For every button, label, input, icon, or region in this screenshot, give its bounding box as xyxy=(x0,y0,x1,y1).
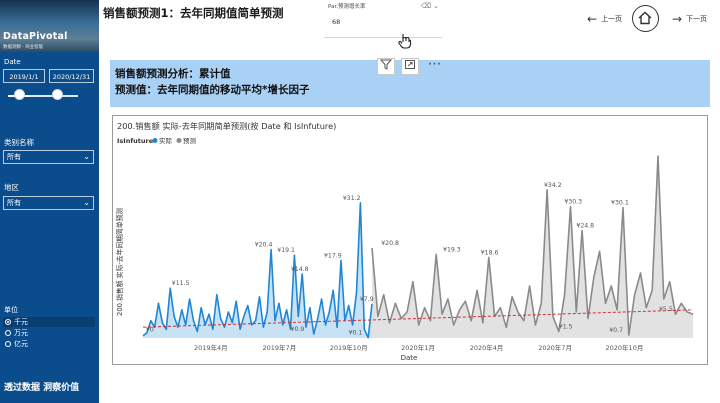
focus-mode-icon[interactable] xyxy=(401,58,419,75)
data-label: ¥0 xyxy=(146,327,154,334)
sidebar: DataPivotal 数据洞察 · 商业智能 Date 2019/1/1 20… xyxy=(0,0,99,403)
chart-canvas: 200.销售额 实际-去年同期简单预测(按 Date 和 IsInfuture)… xyxy=(115,121,694,362)
date-slider-start-handle[interactable] xyxy=(13,89,25,100)
legend-marker xyxy=(152,138,158,143)
category-filter-label: 类别名称 xyxy=(4,138,34,147)
x-tick-label: 2020年7月 xyxy=(538,343,572,352)
banner-line-1: 销售额预测分析：累计值 xyxy=(115,68,231,80)
plot-area: 2019年4月 2019年7月 2019年10月 2020年1月 2020年4月 2020… xyxy=(142,155,694,352)
more-options-icon[interactable]: ··· xyxy=(425,58,445,75)
x-tick-label: 2019年7月 xyxy=(263,343,297,352)
radio-selected-icon xyxy=(5,319,11,325)
home-icon xyxy=(638,11,652,25)
data-label: ¥19.3 xyxy=(443,246,461,253)
unit-option-hundred-million[interactable]: 亿元 xyxy=(3,339,95,349)
banner-line-2: 预测值：去年同期值的移动平均*增长因子 xyxy=(115,84,310,96)
prev-page-button[interactable]: ← 上一页 xyxy=(587,12,622,26)
category-dropdown[interactable]: 所有 ⌄ xyxy=(3,150,94,164)
hand-cursor-icon xyxy=(398,33,412,53)
x-tick-label: 2019年4月 xyxy=(194,343,228,352)
data-label: ¥20.4 xyxy=(255,242,273,249)
x-tick-label: 2020年1月 xyxy=(401,343,435,352)
brand-tagline: 数据洞察 · 商业智能 xyxy=(3,45,44,50)
unit-option-label: 亿元 xyxy=(14,340,28,348)
radio-icon xyxy=(5,330,11,336)
sales-forecast-chart: 200.销售额 实际-去年同期简单预测(按 Date 和 IsInfuture)… xyxy=(112,115,708,365)
data-label: ¥24.8 xyxy=(576,223,594,230)
x-tick-label: 2020年4月 xyxy=(470,343,504,352)
data-label: ¥14.8 xyxy=(291,266,309,273)
legend-title: IsInfuture xyxy=(117,137,154,145)
unit-option-thousand[interactable]: 千元 xyxy=(3,317,95,327)
data-label: ¥0.1 xyxy=(349,330,363,337)
legend-label: 实际 xyxy=(159,136,173,145)
next-page-label: 下一页 xyxy=(686,15,708,23)
eraser-icon[interactable]: ⌫ ⌄ xyxy=(421,2,439,10)
unit-option-label: 万元 xyxy=(14,329,28,337)
data-label: ¥0.9 xyxy=(291,326,305,333)
x-axis-label: Date xyxy=(401,354,418,362)
growth-rate-parameter[interactable]: Par.预测增长率 ⌫ ⌄ 68 xyxy=(324,0,442,42)
x-tick-label: 2020年10月 xyxy=(606,343,644,352)
data-label: ¥7.9 xyxy=(360,296,374,303)
region-filter-label: 地区 xyxy=(4,183,19,192)
chevron-down-icon: ⌄ xyxy=(83,198,90,207)
filter-icon[interactable] xyxy=(377,58,395,75)
parameter-slider-line[interactable] xyxy=(324,37,442,38)
radio-icon xyxy=(5,341,11,347)
chart-title: 200.销售额 实际-去年同期简单预测(按 Date 和 IsInfuture) xyxy=(117,121,336,131)
date-slider-end-handle[interactable] xyxy=(52,89,63,100)
data-label: ¥34.2 xyxy=(544,182,562,189)
data-label: ¥11.5 xyxy=(172,280,190,287)
parameter-label: Par.预测增长率 xyxy=(328,4,366,10)
data-label: ¥0.7 xyxy=(609,327,623,334)
home-button[interactable] xyxy=(632,5,659,32)
y-axis-label: 200.销售额 实际-去年同期简单预测 xyxy=(115,208,124,316)
unit-option-label: 千元 xyxy=(14,318,28,326)
region-dropdown[interactable]: 所有 ⌄ xyxy=(3,196,94,210)
data-label: ¥20.8 xyxy=(381,240,399,247)
next-page-button[interactable]: → 下一页 xyxy=(672,12,707,26)
data-label: ¥1.5 xyxy=(559,324,573,331)
prev-page-label: 上一页 xyxy=(601,15,623,23)
data-label: ¥30.1 xyxy=(611,200,629,207)
arrow-left-icon: ← xyxy=(587,12,598,26)
region-dropdown-value: 所有 xyxy=(7,199,21,207)
data-label: ¥31.2 xyxy=(343,195,361,202)
data-label: ¥30.3 xyxy=(564,199,582,206)
unit-label: 单位 xyxy=(4,306,18,314)
data-label: ¥19.1 xyxy=(277,247,295,254)
data-label: ¥18.6 xyxy=(481,249,499,256)
arrow-right-icon: → xyxy=(672,12,683,26)
x-tick-label: 2019年10月 xyxy=(330,343,368,352)
brand-logo: DataPivotal 数据洞察 · 商业智能 xyxy=(0,0,99,52)
date-end-input[interactable]: 2020/12/31 xyxy=(49,69,94,83)
data-label: ¥17.9 xyxy=(324,252,342,259)
chart-legend: 实际 预测 xyxy=(152,136,197,145)
slogan: 透过数据 洞察价值 xyxy=(4,383,80,393)
date-start-input[interactable]: 2019/1/1 xyxy=(3,69,45,83)
date-filter-label: Date xyxy=(4,58,21,66)
data-label: ¥5.5 xyxy=(659,306,673,313)
legend-label: 预测 xyxy=(183,136,197,145)
unit-option-ten-thousand[interactable]: 万元 xyxy=(3,328,95,338)
legend-marker xyxy=(176,138,182,143)
category-dropdown-value: 所有 xyxy=(7,153,21,161)
parameter-value[interactable]: 68 xyxy=(332,18,340,26)
brand-name: DataPivotal xyxy=(3,31,68,42)
chevron-down-icon: ⌄ xyxy=(83,152,90,161)
page-title: 销售额预测1：去年同期值简单预测 xyxy=(103,6,284,20)
